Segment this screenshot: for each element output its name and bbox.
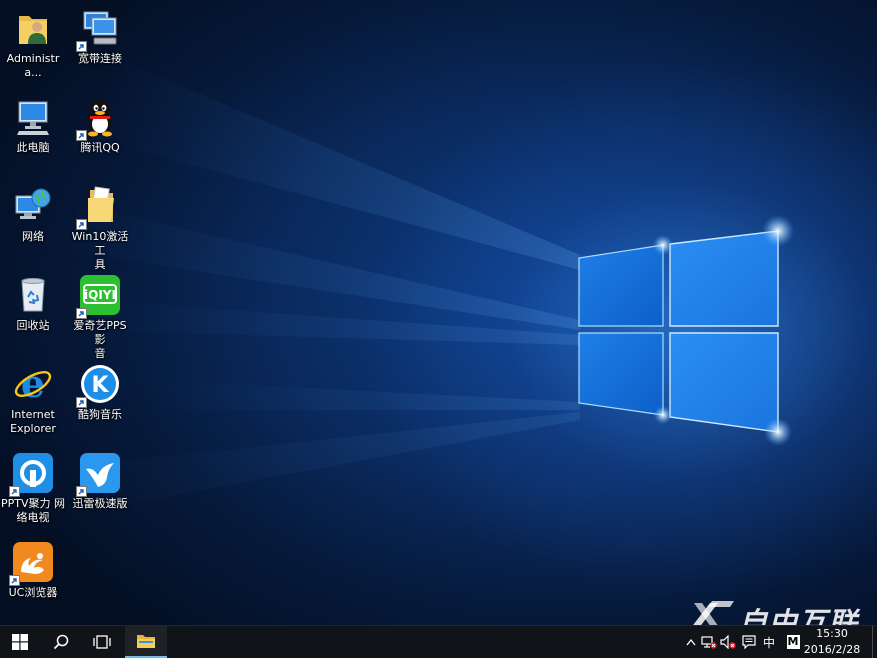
shortcut-arrow-icon	[76, 41, 87, 52]
desktop-icon-label: 酷狗音乐	[78, 408, 122, 421]
network-status-button[interactable]	[700, 632, 718, 652]
desktop-icon-win10-activation[interactable]: Win10激活工具	[68, 186, 132, 272]
shortcut-arrow-icon	[76, 130, 87, 141]
network-disconnected-icon	[701, 636, 717, 649]
show-desktop-button[interactable]	[872, 626, 877, 658]
search-button[interactable]	[41, 626, 81, 658]
desktop-icon-kugou-music[interactable]: K 酷狗音乐	[68, 364, 132, 422]
network-globe-icon	[13, 186, 53, 226]
desktop-icon-label: Internet Explorer	[10, 408, 56, 435]
search-icon	[53, 634, 69, 650]
start-button[interactable]	[0, 626, 40, 658]
internet-explorer-icon: e	[13, 364, 53, 404]
file-explorer-button[interactable]	[125, 626, 167, 658]
desktop-icon-label: UC浏览器	[8, 586, 58, 599]
input-method-button[interactable]: 中	[760, 632, 778, 652]
action-center-button[interactable]	[740, 632, 758, 652]
clock[interactable]: 15:30 2016/2/28	[797, 627, 867, 657]
notification-icon	[742, 635, 756, 649]
desktop-icon-iqiyi-pps[interactable]: iQIYI 爱奇艺PPS 影音	[68, 275, 132, 361]
desktop-icon-internet-explorer[interactable]: e Internet Explorer	[1, 364, 65, 436]
desktop-icon-pptv[interactable]: PPTV聚力 网络电视	[1, 453, 65, 525]
desktop-icon-network[interactable]: 网络	[1, 186, 65, 244]
task-view-button[interactable]	[82, 626, 122, 658]
clock-time: 15:30	[816, 627, 848, 640]
desktop-icon-uc-browser[interactable]: UC浏览器	[1, 542, 65, 600]
show-hidden-icons-button[interactable]	[684, 632, 698, 652]
computer-icon	[13, 97, 53, 137]
desktop-icon-label: PPTV聚力 网络电视	[1, 497, 66, 524]
qq-penguin-icon	[76, 97, 120, 141]
user-folder-icon	[13, 8, 53, 48]
kugou-logo-text: K	[91, 373, 109, 398]
desktop-icon-label: 迅雷极速版	[72, 497, 128, 510]
desktop-icon-recycle-bin[interactable]: 回收站	[1, 275, 65, 333]
desktop-icon-label: 爱奇艺PPS 影音	[73, 319, 127, 360]
iqiyi-logo-text: iQIYI	[84, 288, 116, 302]
shortcut-arrow-icon	[9, 575, 20, 586]
shortcut-arrow-icon	[9, 486, 20, 497]
uc-browser-icon	[9, 542, 53, 586]
taskbar: 中 M 15:30 2016/2/28	[0, 625, 877, 658]
svg-text:e: e	[21, 364, 45, 404]
task-view-icon	[93, 635, 111, 649]
shortcut-arrow-icon	[76, 397, 87, 408]
desktop-icon-qq[interactable]: 腾讯QQ	[68, 97, 132, 155]
folder-icon	[76, 186, 120, 230]
desktop-icon-label: 回收站	[16, 319, 50, 332]
xunlei-bird-icon	[76, 453, 120, 497]
shortcut-arrow-icon	[76, 219, 87, 230]
volume-button[interactable]	[719, 632, 737, 652]
shortcut-arrow-icon	[76, 308, 87, 319]
desktop-icon-label: 网络	[22, 230, 44, 243]
windows-logo-icon	[12, 634, 28, 650]
broadband-connection-icon	[76, 8, 120, 52]
desktop-icon-broadband[interactable]: 宽带连接	[68, 8, 132, 66]
desktop-icon-label: 腾讯QQ	[80, 141, 120, 154]
chevron-up-icon	[686, 638, 696, 646]
desktop-icon-label: Administra...	[6, 52, 60, 79]
desktop: Administra... 宽带连接 此电脑 腾讯QQ 网络 Win10激活工 …	[0, 0, 877, 625]
desktop-icon-this-pc[interactable]: 此电脑	[1, 97, 65, 155]
kugou-logo-icon: K	[76, 364, 120, 408]
pptv-logo-icon	[9, 453, 53, 497]
shortcut-arrow-icon	[76, 486, 87, 497]
folder-icon	[137, 635, 155, 648]
desktop-icon-label: Win10激活工具	[71, 230, 129, 271]
volume-muted-icon	[720, 635, 736, 649]
iqiyi-logo-icon: iQIYI	[76, 275, 120, 319]
desktop-icon-label: 此电脑	[16, 141, 50, 154]
desktop-icon-xunlei[interactable]: 迅雷极速版	[68, 453, 132, 511]
desktop-icon-label: 宽带连接	[78, 52, 122, 65]
clock-date: 2016/2/28	[803, 643, 861, 656]
desktop-icon-administrator[interactable]: Administra...	[1, 8, 65, 80]
recycle-bin-icon	[13, 275, 53, 315]
